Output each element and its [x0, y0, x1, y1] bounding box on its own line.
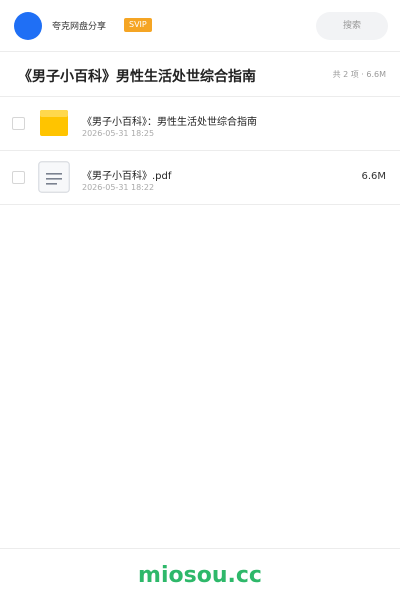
svip-badge[interactable]: SVIP: [124, 18, 152, 32]
search-input[interactable]: 搜索: [316, 12, 388, 40]
list-item[interactable]: 《男子小百科》.pdf 2026-05-31 18:22 6.6M: [0, 151, 400, 205]
watermark: miosou.cc: [138, 563, 262, 588]
file-name[interactable]: 《男子小百科》：男性生活处世综合指南: [82, 113, 257, 128]
select-checkbox[interactable]: [12, 171, 25, 184]
file-size: 6.6M: [361, 171, 386, 182]
brand-name: 夸克网盘分享: [52, 22, 107, 32]
item-summary: 共 2 项 · 6.6M: [332, 70, 386, 79]
app-header: 夸克网盘分享 SVIP 搜索: [0, 0, 400, 52]
page-title: 《男子小百科》男性生活处世综合指南: [18, 69, 256, 85]
footer: miosou.cc: [0, 548, 400, 600]
folder-titlebar: 《男子小百科》男性生活处世综合指南 共 2 项 · 6.6M: [0, 52, 400, 97]
select-checkbox[interactable]: [12, 117, 25, 130]
list-item[interactable]: 《男子小百科》：男性生活处世综合指南 2026-05-31 18:25: [0, 97, 400, 151]
folder-icon: [40, 110, 68, 136]
file-date: 2026-05-31 18:22: [82, 183, 155, 192]
app-logo[interactable]: [14, 12, 42, 40]
file-name[interactable]: 《男子小百科》.pdf: [82, 167, 171, 182]
document-icon: [38, 161, 70, 193]
file-date: 2026-05-31 18:25: [82, 129, 155, 138]
